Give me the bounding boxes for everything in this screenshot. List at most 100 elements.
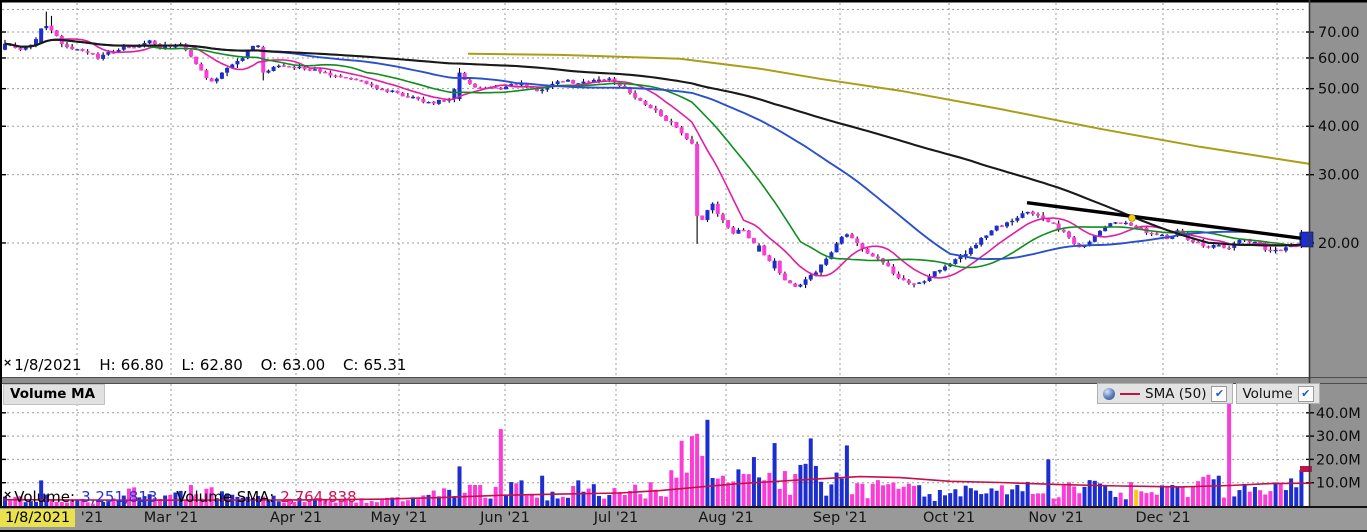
candle-body (272, 67, 276, 71)
candle-body (153, 41, 157, 44)
candle-body (700, 216, 704, 220)
volume-bar (773, 443, 777, 506)
checkmark-dropdown-icon[interactable]: ✔ (1211, 386, 1227, 402)
volume-bar (752, 457, 756, 506)
candle-body (659, 110, 663, 116)
candle-body (1015, 218, 1019, 221)
volume-series-dropdown[interactable]: Volume ✔ (1236, 383, 1319, 404)
candle-body (80, 49, 84, 51)
candle-body (804, 279, 808, 284)
candle-body (835, 243, 839, 252)
volume-bar (855, 483, 859, 506)
month-label: Jul '21 (594, 510, 639, 526)
volume-bar (1206, 475, 1210, 506)
candle-body (871, 253, 875, 256)
candle-body (638, 98, 642, 101)
volume-bar (721, 476, 725, 506)
candle-body (334, 75, 338, 76)
volume-bar (535, 498, 539, 506)
candle-body (86, 51, 90, 53)
volume-bar (695, 434, 699, 506)
volume-bar (659, 496, 663, 506)
volume-bar (700, 456, 704, 506)
candle-body (127, 47, 131, 48)
chart-canvas[interactable]: 70.0060.0050.0040.0030.0020.0040.0M30.0M… (0, 0, 1367, 532)
volume-bar (726, 483, 730, 506)
candle-body (716, 204, 720, 214)
volume-bar (1212, 479, 1216, 506)
volume-bar (928, 494, 932, 506)
volume-bar (948, 493, 952, 506)
volume-axis-label: 10.0M (1316, 476, 1361, 492)
candle-body (1191, 240, 1195, 243)
volume-bar (871, 484, 875, 506)
volume-bar (643, 498, 647, 506)
price-readout: ×1/8/2021 H:66.80 L:62.80 O:63.00 C:65.3… (3, 356, 406, 374)
candle-body (106, 52, 110, 54)
volume-bar (1088, 480, 1092, 506)
price-axis-label: 70.00 (1318, 25, 1360, 41)
readout-date: 1/8/2021 (14, 356, 81, 374)
candle-body (886, 263, 890, 267)
candle-body (974, 245, 978, 248)
candle-body (318, 69, 322, 72)
volume-bar (380, 499, 384, 506)
candle-body (695, 144, 699, 216)
candle-body (427, 102, 431, 103)
volume-bar (1144, 493, 1148, 506)
volume-bar (891, 483, 895, 506)
volume-sma-legend-dropdown[interactable]: SMA (50) ✔ (1097, 383, 1233, 404)
volume-bar (1031, 494, 1035, 506)
candle-body (437, 100, 441, 104)
candle-body (256, 46, 260, 47)
candle-body (1227, 248, 1231, 249)
volume-bar (1191, 486, 1195, 506)
candle-body (1124, 223, 1128, 224)
month-label: May '21 (370, 510, 427, 526)
volume-bar (711, 478, 715, 506)
candle-body (917, 283, 921, 284)
volume-bar (1134, 490, 1138, 506)
candle-body (907, 280, 911, 283)
checkmark-dropdown-icon[interactable]: ✔ (1298, 386, 1314, 402)
open-label: O: (261, 356, 278, 374)
volume-bar (1258, 490, 1262, 506)
volume-bar (1077, 493, 1081, 506)
month-label: '21 (81, 510, 103, 526)
sma-line-sample-icon (1120, 393, 1140, 395)
last-price-tag (1301, 232, 1313, 247)
volume-bar (829, 484, 833, 506)
candle-body (39, 28, 43, 43)
candle-body (1098, 231, 1102, 236)
candle-body (783, 273, 787, 280)
volume-bar (421, 495, 425, 506)
candle-body (654, 108, 658, 110)
volume-bar (489, 499, 493, 506)
candle-body (566, 80, 570, 82)
candle-body (297, 67, 301, 68)
volume-bar (902, 487, 906, 506)
volume-bar (1170, 485, 1174, 506)
volume-bar (1139, 491, 1143, 506)
volume-bar (1186, 497, 1190, 506)
candle-body (514, 84, 518, 85)
volume-bar (483, 498, 487, 506)
candle-body (1160, 235, 1164, 236)
candle-body (148, 40, 152, 43)
x-axis-bar[interactable]: 1/8/2021 '21Mar '21Apr '21May '21Jun '21… (0, 508, 1367, 532)
volume-ma-tab[interactable]: Volume MA (3, 384, 105, 405)
volume-bar (1263, 494, 1267, 506)
candle-body (215, 79, 219, 82)
candle-body (664, 116, 668, 121)
candle-body (49, 26, 53, 31)
candle-body (1021, 213, 1025, 218)
volume-bar (788, 495, 792, 506)
candle-body (313, 69, 317, 70)
globe-icon[interactable] (1103, 388, 1115, 400)
candle-body (1026, 212, 1030, 214)
candle-body (396, 91, 400, 93)
volume-bar (959, 496, 963, 506)
candle-body (390, 91, 394, 92)
candle-body (18, 48, 22, 50)
volume-bar (1165, 487, 1169, 506)
